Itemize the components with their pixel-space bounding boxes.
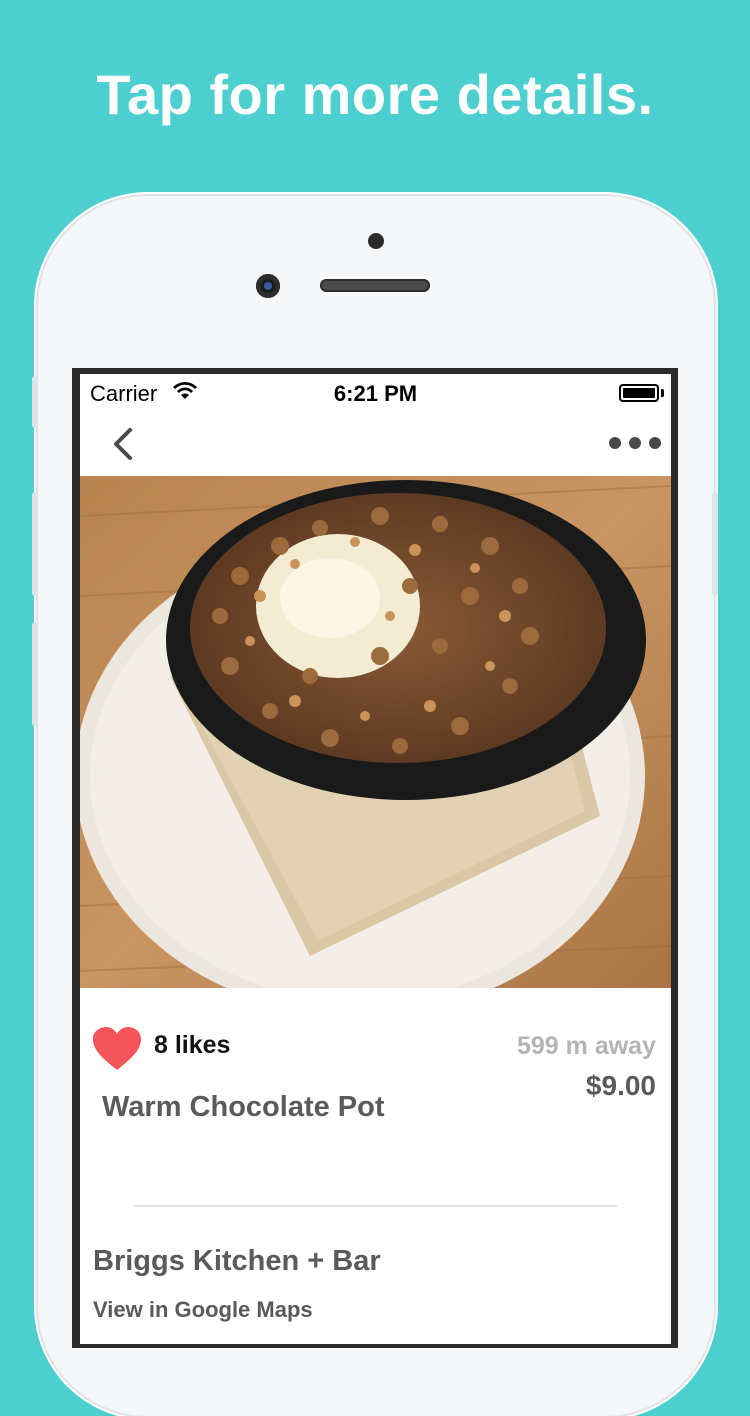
chevron-left-icon	[114, 428, 132, 460]
price-label: $9.00	[585, 1070, 656, 1101]
divider	[134, 1205, 617, 1207]
side-button	[32, 622, 38, 726]
restaurant-name[interactable]: Briggs Kitchen + Bar	[93, 1245, 381, 1278]
distance-label: 599 m away	[517, 1032, 656, 1060]
navigation-bar	[80, 414, 671, 476]
dish-name: Warm Chocolate Pot	[102, 1091, 385, 1123]
ellipsis-icon	[629, 437, 641, 449]
item-details: 8 likes 599 m away $9.00 Warm Chocolate …	[80, 988, 671, 1344]
like-button[interactable]	[92, 1026, 142, 1072]
ellipsis-icon	[609, 437, 621, 449]
heart-icon	[93, 1027, 141, 1070]
proximity-sensor	[368, 233, 384, 249]
app-screen: Carrier 6:21 PM 8 likes 599 m away $9.00…	[80, 374, 671, 1344]
likes-count: 8 likes	[154, 1031, 231, 1059]
status-time: 6:21 PM	[333, 381, 418, 406]
side-button	[32, 492, 38, 596]
side-button	[712, 492, 718, 596]
ellipsis-icon	[649, 437, 661, 449]
view-in-maps-link[interactable]: View in Google Maps	[93, 1297, 313, 1323]
headline: Tap for more details.	[96, 63, 654, 126]
side-button	[32, 376, 38, 428]
back-button[interactable]	[106, 424, 146, 464]
status-bar: Carrier 6:21 PM	[80, 374, 671, 414]
battery-tip	[661, 389, 664, 397]
earpiece-speaker	[320, 279, 430, 292]
front-camera	[256, 274, 280, 298]
battery-icon	[619, 384, 659, 402]
dish-photo[interactable]	[80, 476, 671, 1016]
more-options-button[interactable]	[599, 428, 661, 458]
